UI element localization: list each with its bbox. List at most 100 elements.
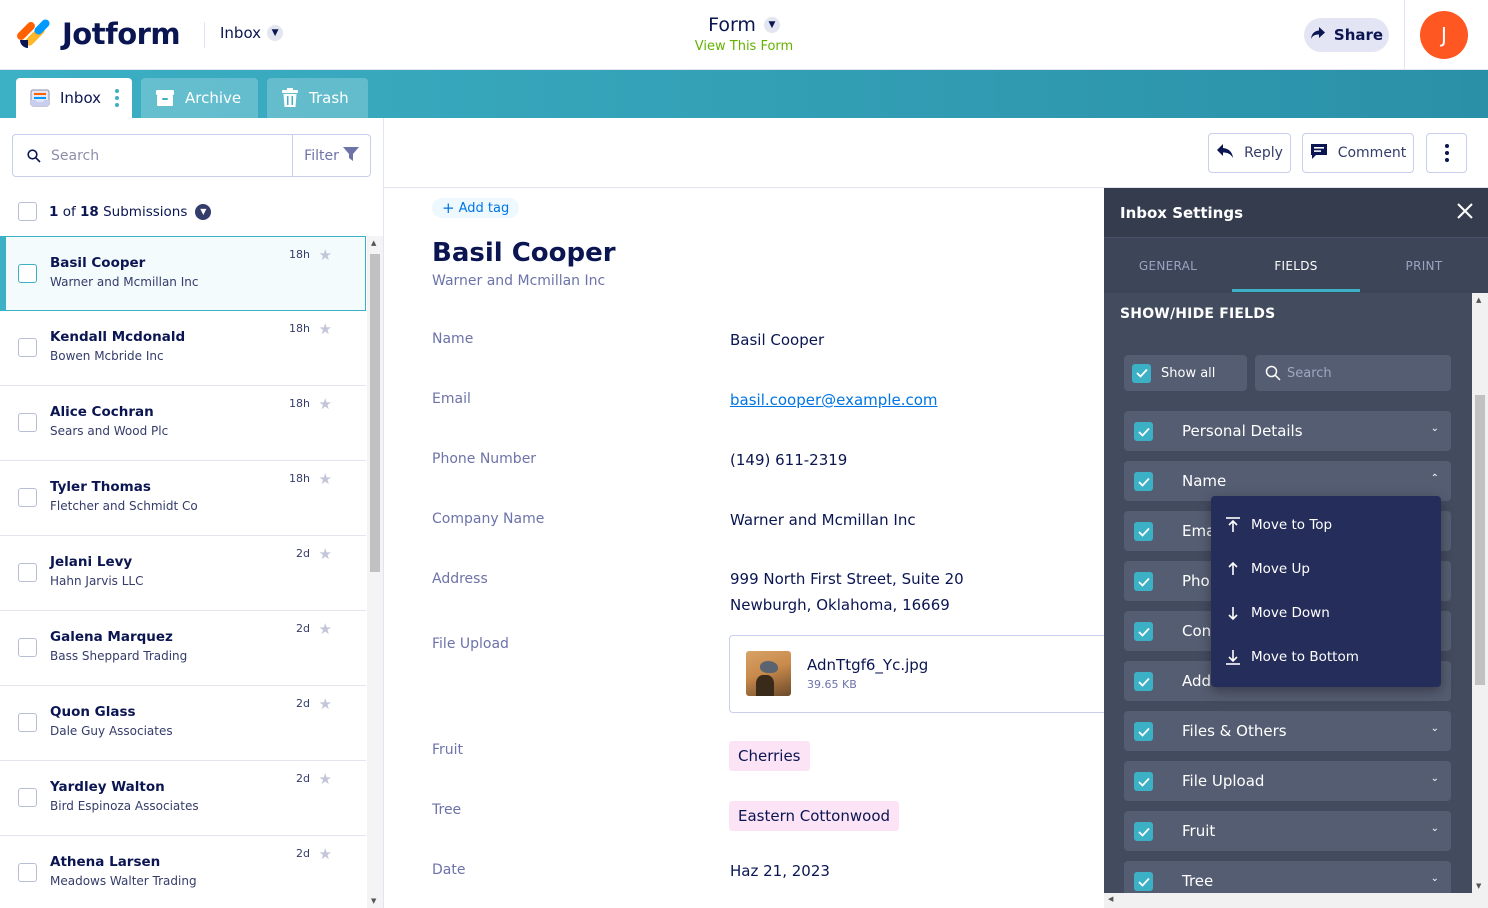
list-item[interactable]: Galena Marquez Bass Sheppard Trading 2d …	[0, 611, 366, 686]
item-checkbox[interactable]	[18, 338, 37, 357]
settings-horizontal-scrollbar[interactable]: ◀	[1104, 893, 1488, 908]
menu-item-move-down[interactable]: Move Down	[1211, 591, 1441, 635]
view-form-link[interactable]: View This Form	[0, 39, 1488, 54]
address-line-1: 999 North First Street, Suite 20	[730, 570, 964, 588]
star-icon[interactable]: ★	[319, 320, 332, 338]
scroll-down-arrow-icon[interactable]: ▼	[371, 897, 376, 905]
search-input[interactable]: Search	[51, 148, 292, 164]
item-checkbox[interactable]	[18, 863, 37, 882]
checkbox-checked-icon[interactable]	[1134, 572, 1153, 591]
comment-button[interactable]: Comment	[1302, 133, 1414, 173]
star-icon[interactable]: ★	[319, 845, 332, 863]
tab-archive[interactable]: Archive	[141, 78, 258, 118]
star-icon[interactable]: ★	[319, 470, 332, 488]
scroll-up-arrow-icon[interactable]: ▲	[1476, 296, 1481, 304]
checkbox-checked-icon[interactable]	[1134, 872, 1153, 891]
item-checkbox[interactable]	[18, 488, 37, 507]
list-item[interactable]: Quon Glass Dale Guy Associates 2d ★	[0, 686, 366, 761]
scroll-down-arrow-icon[interactable]: ▼	[1476, 882, 1481, 890]
add-tag-button[interactable]: + Add tag	[432, 198, 520, 218]
item-time: 2d	[296, 622, 310, 635]
scrollbar-thumb[interactable]	[370, 254, 380, 572]
chevron-down-icon[interactable]: ⌄	[1431, 723, 1439, 734]
checkbox-checked-icon[interactable]	[1134, 422, 1153, 441]
filter-button[interactable]: Filter	[292, 135, 370, 176]
move-to-top-icon	[1224, 517, 1242, 533]
item-time: 18h	[289, 322, 310, 335]
checkbox-checked-icon[interactable]	[1134, 522, 1153, 541]
tab-general[interactable]: GENERAL	[1104, 238, 1232, 293]
tab-trash[interactable]: Trash	[267, 78, 368, 118]
email-link[interactable]: basil.cooper@example.com	[730, 391, 938, 409]
field-label: Name	[432, 331, 474, 347]
item-checkbox[interactable]	[18, 563, 37, 582]
reply-label: Reply	[1244, 145, 1283, 161]
chevron-down-icon[interactable]: ▼	[195, 203, 212, 220]
list-item[interactable]: Kendall Mcdonald Bowen Mcbride Inc 18h ★	[0, 311, 366, 386]
list-item[interactable]: Basil Cooper Warner and Mcmillan Inc 18h…	[0, 236, 366, 311]
chevron-down-icon[interactable]: ⌄	[1431, 823, 1439, 834]
field-search-input[interactable]: Search	[1287, 366, 1332, 381]
field-label: Fruit	[432, 742, 464, 758]
field-row[interactable]: Name ⌃	[1124, 461, 1451, 501]
list-item[interactable]: Alice Cochran Sears and Wood Plc 18h ★	[0, 386, 366, 461]
tab-inbox[interactable]: Inbox	[16, 78, 132, 118]
item-checkbox[interactable]	[18, 713, 37, 732]
list-item[interactable]: Tyler Thomas Fletcher and Schmidt Co 18h…	[0, 461, 366, 536]
tab-print[interactable]: PRINT	[1360, 238, 1488, 293]
checkbox-checked-icon[interactable]	[1134, 622, 1153, 641]
item-company: Warner and Mcmillan Inc	[50, 275, 199, 289]
star-icon[interactable]: ★	[319, 395, 332, 413]
menu-item-move-up[interactable]: Move Up	[1211, 547, 1441, 591]
checkbox-checked-icon[interactable]	[1134, 822, 1153, 841]
list-item[interactable]: Athena Larsen Meadows Walter Trading 2d …	[0, 836, 366, 908]
show-all-toggle[interactable]: Show all	[1124, 355, 1247, 391]
field-row[interactable]: Files & Others ⌄	[1124, 711, 1451, 751]
item-company: Sears and Wood Plc	[50, 424, 169, 438]
checkbox-checked-icon[interactable]	[1134, 672, 1153, 691]
chevron-down-icon[interactable]: ⌄	[1431, 773, 1439, 784]
chevron-down-icon[interactable]: ⌄	[1431, 423, 1439, 434]
list-item[interactable]: Jelani Levy Hahn Jarvis LLC 2d ★	[0, 536, 366, 611]
more-options-icon[interactable]	[115, 89, 120, 107]
tab-fields[interactable]: FIELDS	[1232, 238, 1360, 293]
list-scrollbar[interactable]: ▲ ▼	[367, 236, 383, 908]
star-icon[interactable]: ★	[319, 545, 332, 563]
select-all-checkbox[interactable]	[18, 202, 37, 221]
checkbox-checked-icon[interactable]	[1134, 772, 1153, 791]
scrollbar-thumb[interactable]	[1475, 395, 1485, 685]
star-icon[interactable]: ★	[319, 695, 332, 713]
form-title-dropdown[interactable]: Form ▼	[0, 14, 1488, 36]
item-checkbox[interactable]	[18, 788, 37, 807]
scroll-up-arrow-icon[interactable]: ▲	[371, 239, 376, 247]
checkbox-checked-icon	[1132, 363, 1151, 383]
star-icon[interactable]: ★	[319, 246, 332, 264]
reply-button[interactable]: Reply	[1208, 133, 1291, 173]
field-row[interactable]: Fruit ⌄	[1124, 811, 1451, 851]
field-row[interactable]: File Upload ⌄	[1124, 761, 1451, 801]
item-company: Bird Espinoza Associates	[50, 799, 199, 813]
field-row[interactable]: Personal Details ⌄	[1124, 411, 1451, 451]
list-item[interactable]: Yardley Walton Bird Espinoza Associates …	[0, 761, 366, 836]
share-button[interactable]: Share	[1304, 18, 1389, 52]
field-row[interactable]: Tree ⌄	[1124, 861, 1451, 893]
menu-item-move-to-bottom[interactable]: Move to Bottom	[1211, 635, 1441, 679]
item-time: 2d	[296, 547, 310, 560]
item-time: 2d	[296, 772, 310, 785]
checkbox-checked-icon[interactable]	[1134, 722, 1153, 741]
checkbox-checked-icon[interactable]	[1134, 472, 1153, 491]
item-checkbox[interactable]	[18, 638, 37, 657]
item-checkbox[interactable]	[18, 413, 37, 432]
scroll-left-arrow-icon[interactable]: ◀	[1108, 895, 1113, 903]
settings-scrollbar[interactable]: ▲ ▼	[1472, 293, 1488, 893]
chevron-down-icon[interactable]: ⌄	[1431, 873, 1439, 884]
chevron-up-icon[interactable]: ⌃	[1431, 473, 1439, 484]
more-actions-button[interactable]	[1426, 133, 1467, 173]
item-checkbox[interactable]	[18, 264, 37, 283]
close-icon[interactable]	[1456, 202, 1474, 224]
user-avatar[interactable]: J	[1420, 11, 1468, 59]
file-attachment[interactable]: AdnTtgf6_Yc.jpg 39.65 KB	[729, 635, 1104, 713]
star-icon[interactable]: ★	[319, 620, 332, 638]
star-icon[interactable]: ★	[319, 770, 332, 788]
menu-item-move-to-top[interactable]: Move to Top	[1211, 503, 1441, 547]
